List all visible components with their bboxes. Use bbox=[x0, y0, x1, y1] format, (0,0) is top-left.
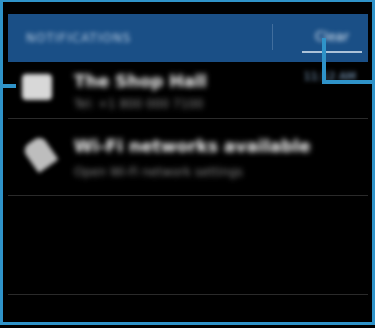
empty-row bbox=[8, 196, 368, 295]
header-title: NOTIFICATIONS bbox=[26, 31, 132, 45]
notification-header: NOTIFICATIONS Clear bbox=[8, 14, 368, 62]
callout-pointer-right-horizontal bbox=[322, 80, 375, 84]
header-divider bbox=[272, 24, 273, 50]
bottom-row bbox=[8, 295, 368, 315]
message-icon bbox=[22, 74, 52, 100]
clear-underline bbox=[302, 51, 362, 53]
wifi-icon bbox=[21, 134, 59, 174]
notification-subtitle: Tel: +1 800 000 7100 bbox=[74, 97, 204, 111]
notification-item[interactable]: Wi-Fi networks available Open Wi-Fi netw… bbox=[8, 119, 368, 196]
notification-subtitle: Open Wi-Fi network settings bbox=[74, 165, 243, 179]
notification-item[interactable]: The Shop Hall Tel: +1 800 000 7100 11:12… bbox=[8, 62, 368, 119]
notification-panel-screen: NOTIFICATIONS Clear The Shop Hall Tel: +… bbox=[0, 0, 375, 328]
notification-list: The Shop Hall Tel: +1 800 000 7100 11:12… bbox=[8, 62, 368, 315]
callout-pointer-left bbox=[0, 84, 16, 88]
notification-title: Wi-Fi networks available bbox=[74, 137, 311, 157]
notification-title: The Shop Hall bbox=[74, 72, 207, 92]
clear-button[interactable]: Clear bbox=[300, 14, 364, 62]
callout-pointer-right-vertical bbox=[322, 38, 326, 82]
